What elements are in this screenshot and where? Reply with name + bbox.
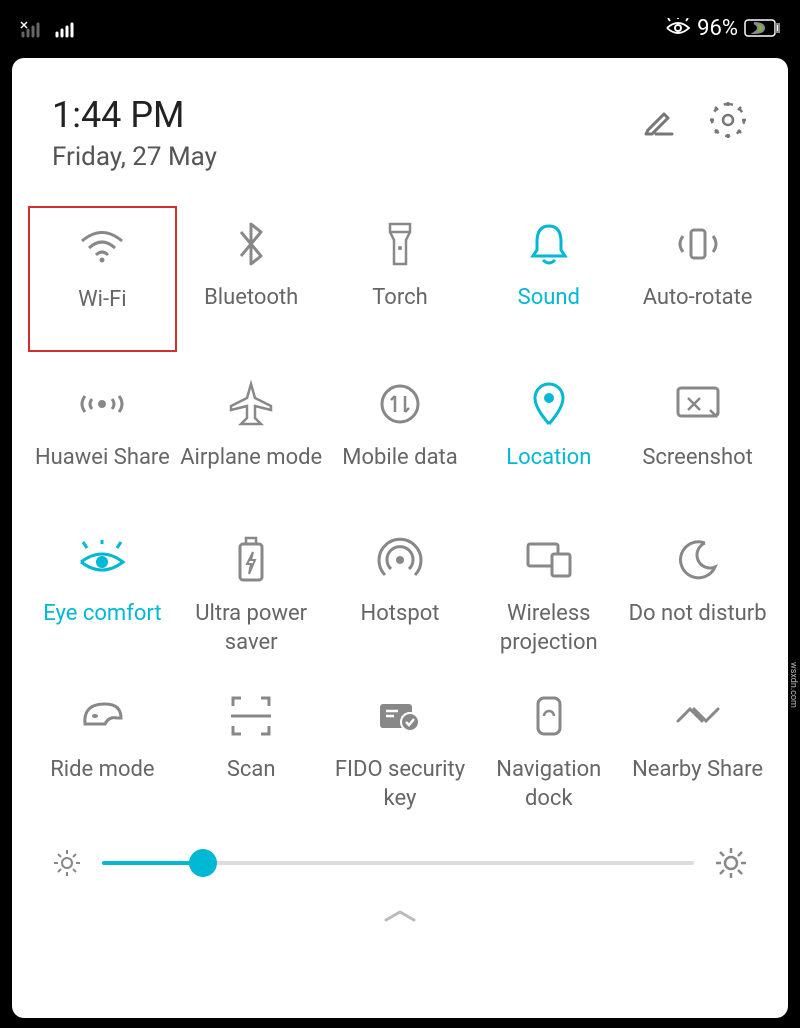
tile-location[interactable]: Location [474, 366, 623, 508]
wifi-icon [77, 226, 127, 266]
tile-label: Eye comfort [43, 600, 161, 658]
slider-thumb[interactable] [189, 849, 217, 877]
tile-hotspot[interactable]: Hotspot [326, 522, 475, 664]
expand-chevron[interactable] [22, 890, 778, 931]
tile-label: Wi-Fi [78, 286, 126, 344]
tile-ridemode[interactable]: Ride mode [28, 678, 177, 820]
tile-autorotate[interactable]: Auto-rotate [623, 206, 772, 352]
navdock-icon [534, 694, 564, 738]
hotspot-icon [377, 537, 423, 583]
tile-wifi[interactable]: Wi-Fi [28, 206, 177, 352]
tile-nearby[interactable]: Nearby Share [623, 678, 772, 820]
tile-scan[interactable]: Scan [177, 678, 326, 820]
tile-label: Location [506, 444, 591, 502]
tile-label: Nearby Share [632, 756, 763, 814]
airplane-icon [227, 380, 275, 428]
settings-icon[interactable] [708, 100, 748, 140]
battery-icon [744, 19, 780, 37]
tile-sound[interactable]: Sound [474, 206, 623, 352]
no-signal-icon [20, 18, 44, 38]
tile-label: Scan [227, 756, 276, 814]
status-bar: 96% [0, 0, 800, 56]
data-icon [378, 382, 422, 426]
location-icon [529, 380, 569, 428]
datetime-block[interactable]: 1:44 PM Friday, 27 May [52, 94, 217, 172]
tile-bluetooth[interactable]: Bluetooth [177, 206, 326, 352]
bluetooth-icon [231, 220, 271, 268]
brightness-high-icon [714, 846, 748, 880]
quick-settings-panel: 1:44 PM Friday, 27 May Wi-Fi Bluetooth T… [12, 58, 788, 1018]
watermark: wsxdn.com [788, 662, 798, 708]
tile-label: Auto-rotate [643, 284, 753, 342]
tile-label: Hotspot [361, 600, 440, 658]
tile-label: Airplane mode [180, 444, 322, 502]
tile-dnd[interactable]: Do not disturb [623, 522, 772, 664]
time-text: 1:44 PM [52, 94, 217, 136]
tile-torch[interactable]: Torch [326, 206, 475, 352]
brightness-row [22, 820, 778, 890]
tile-label: Ultra power saver [179, 600, 324, 658]
tile-label: Wireless projection [476, 600, 621, 658]
share-icon [77, 384, 127, 424]
tile-mobiledata[interactable]: Mobile data [326, 366, 475, 508]
signal-icon [54, 18, 78, 38]
tile-label: Navigation dock [476, 756, 621, 814]
tile-label: FIDO security key [328, 756, 473, 814]
status-right: 96% [665, 16, 780, 41]
tile-screenshot[interactable]: Screenshot [623, 366, 772, 508]
tiles-grid: Wi-Fi Bluetooth Torch Sound Auto-rotate … [22, 192, 778, 820]
battery-percent: 96% [697, 16, 738, 41]
panel-header: 1:44 PM Friday, 27 May [22, 94, 778, 192]
date-text: Friday, 27 May [52, 142, 217, 172]
tile-label: Huawei Share [35, 444, 170, 502]
tile-label: Ride mode [50, 756, 154, 814]
moon-icon [677, 539, 719, 581]
tile-label: Mobile data [342, 444, 457, 502]
tile-label: Sound [518, 284, 580, 342]
tile-label: Screenshot [642, 444, 753, 502]
helmet-icon [79, 696, 125, 736]
key-icon [376, 698, 424, 734]
bell-icon [527, 220, 571, 268]
brightness-slider[interactable] [102, 861, 694, 865]
battery-saver-icon [236, 536, 266, 584]
tile-eyecomfort[interactable]: Eye comfort [28, 522, 177, 664]
eye-icon [77, 540, 127, 580]
tile-fido[interactable]: FIDO security key [326, 678, 475, 820]
rotate-icon [673, 222, 723, 266]
projection-icon [524, 540, 574, 580]
torch-icon [382, 220, 418, 268]
tile-navdock[interactable]: Navigation dock [474, 678, 623, 820]
brightness-low-icon [52, 848, 82, 878]
tile-label: Torch [372, 284, 428, 342]
status-left [20, 18, 78, 38]
edit-icon[interactable] [638, 100, 678, 140]
tile-ultrapower[interactable]: Ultra power saver [177, 522, 326, 664]
scan-icon [229, 694, 273, 738]
screenshot-icon [674, 384, 722, 424]
nearby-icon [674, 701, 722, 731]
tile-label: Do not disturb [629, 600, 767, 658]
chevron-up-icon [382, 908, 418, 924]
tile-huaweishare[interactable]: Huawei Share [28, 366, 177, 508]
tile-airplane[interactable]: Airplane mode [177, 366, 326, 508]
tile-wirelessproj[interactable]: Wireless projection [474, 522, 623, 664]
tile-label: Bluetooth [204, 284, 298, 342]
eye-comfort-status-icon [665, 18, 691, 38]
